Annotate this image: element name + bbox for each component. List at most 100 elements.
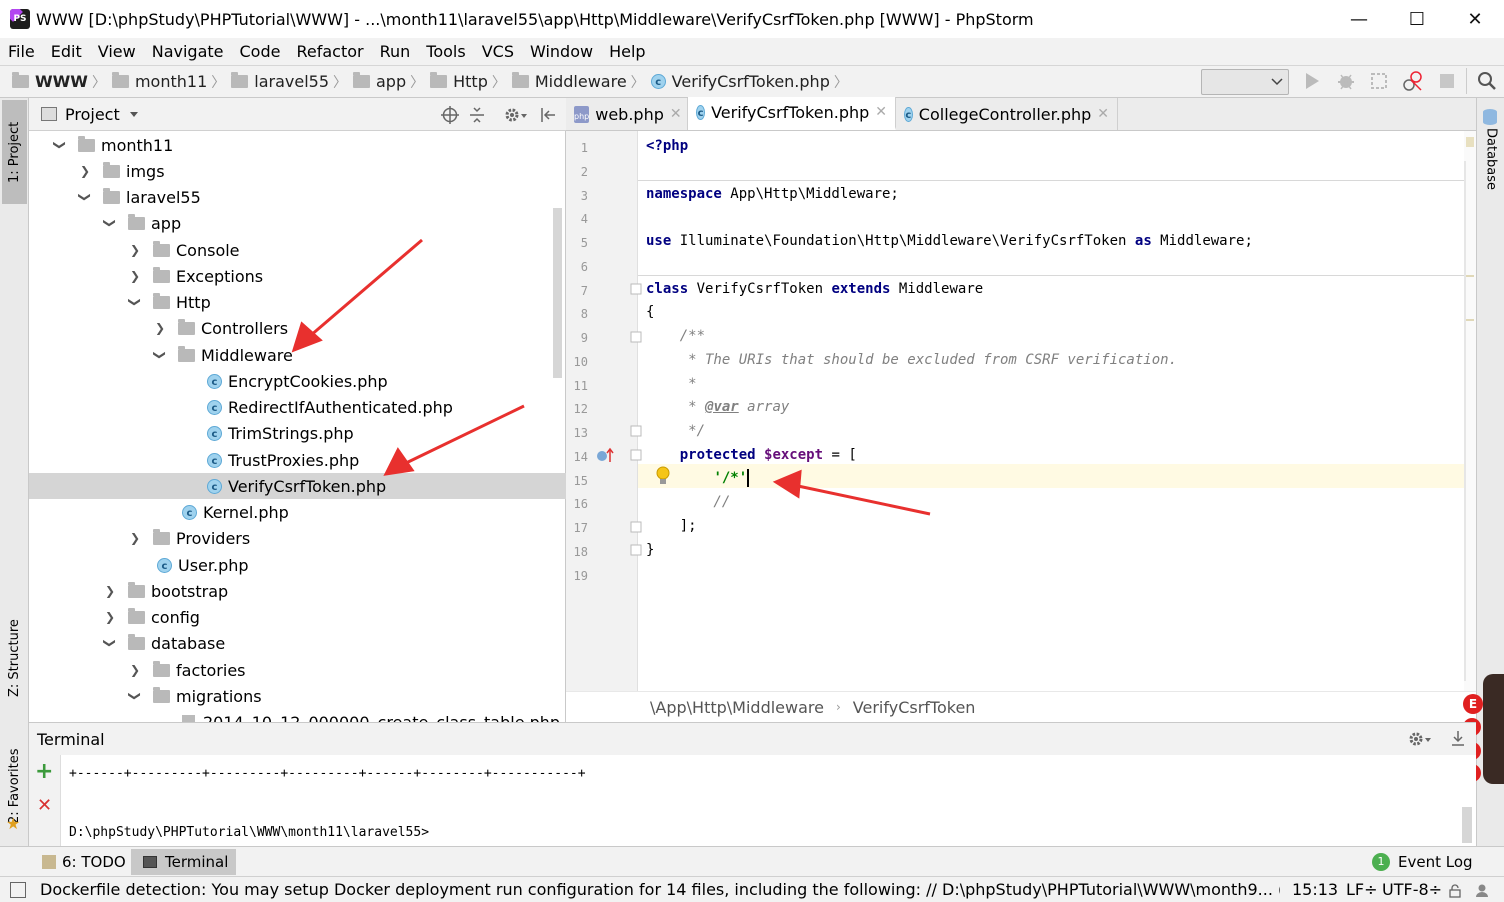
editor-crumb-class[interactable]: VerifyCsrfToken: [853, 698, 976, 717]
tree-item-imgs[interactable]: ❯ imgs: [29, 158, 566, 184]
maximize-button[interactable]: ☐: [1388, 0, 1446, 38]
gear-icon[interactable]: [1407, 729, 1433, 749]
terminal-scrollbar[interactable]: [1462, 807, 1472, 843]
tree-item-migrations[interactable]: ❯ migrations: [29, 683, 566, 709]
chevron-right-icon[interactable]: ❯: [103, 584, 117, 598]
close-session-icon[interactable]: ✕: [37, 795, 52, 816]
chevron-right-icon[interactable]: ❯: [128, 243, 142, 257]
tree-item-kernel[interactable]: c Kernel.php: [29, 499, 566, 525]
tree-item-bootstrap[interactable]: ❯ bootstrap: [29, 578, 566, 604]
close-icon[interactable]: ✕: [1097, 106, 1109, 122]
chevron-down-icon[interactable]: ❯: [128, 295, 142, 309]
run-icon[interactable]: [1301, 70, 1323, 92]
breadcrumb-month11[interactable]: month11: [111, 72, 207, 91]
tab-verifycsrftoken[interactable]: c VerifyCsrfToken.php ✕: [688, 97, 896, 130]
tree-item-verifycsrftoken[interactable]: c VerifyCsrfToken.php: [29, 473, 566, 499]
menu-window[interactable]: Window: [530, 42, 593, 61]
breadcrumb-http[interactable]: Http: [430, 72, 488, 91]
tab-web-php[interactable]: php web.php ✕: [566, 98, 688, 130]
menu-view[interactable]: View: [98, 42, 136, 61]
menu-refactor[interactable]: Refactor: [296, 42, 363, 61]
php-debug-listen-icon[interactable]: [1402, 70, 1424, 92]
tree-item-month11[interactable]: ❯ month11: [29, 132, 566, 158]
menu-navigate[interactable]: Navigate: [152, 42, 224, 61]
tree-item-console[interactable]: ❯ Console: [29, 237, 566, 263]
tab-project[interactable]: 1: Project: [2, 100, 27, 204]
breadcrumb-www[interactable]: WWW: [12, 72, 88, 91]
toggle-tool-buttons-icon[interactable]: [10, 881, 26, 898]
todo-button[interactable]: 6: TODO: [36, 849, 132, 875]
chevron-down-icon[interactable]: ❯: [53, 138, 67, 152]
caret-position[interactable]: 15:13: [1292, 880, 1338, 899]
menu-file[interactable]: File: [8, 42, 35, 61]
override-marker-icon[interactable]: [596, 447, 616, 467]
tree-item-app[interactable]: ❯ app: [29, 210, 566, 236]
file-encoding[interactable]: UTF-8÷: [1382, 880, 1442, 899]
terminal-prompt[interactable]: D:\phpStudy\PHPTutorial\WWW\month11\lara…: [69, 825, 429, 840]
tree-item-migration-file[interactable]: 2014_10_12_000000_create_class_table.php: [29, 709, 566, 722]
breadcrumb-middleware[interactable]: Middleware: [511, 72, 627, 91]
debug-icon[interactable]: [1335, 70, 1357, 92]
menu-tools[interactable]: Tools: [426, 42, 465, 61]
stop-icon[interactable]: [1436, 70, 1458, 92]
tree-item-providers[interactable]: ❯ Providers: [29, 525, 566, 551]
tab-database[interactable]: Database: [1479, 128, 1503, 198]
tab-structure[interactable]: Z: Structure: [2, 610, 27, 706]
search-everywhere-icon[interactable]: [1476, 70, 1498, 92]
close-icon[interactable]: ✕: [670, 106, 682, 122]
chevron-down-icon[interactable]: ❯: [103, 636, 117, 650]
menu-edit[interactable]: Edit: [51, 42, 82, 61]
chevron-right-icon[interactable]: ❯: [153, 321, 167, 335]
minimize-button[interactable]: —: [1330, 0, 1388, 38]
tree-item-encryptcookies[interactable]: c EncryptCookies.php: [29, 368, 566, 394]
close-button[interactable]: ✕: [1446, 0, 1504, 38]
breadcrumb-laravel55[interactable]: laravel55: [231, 72, 329, 91]
coverage-icon[interactable]: [1368, 70, 1390, 92]
tree-item-trustproxies[interactable]: c TrustProxies.php: [29, 447, 566, 473]
chevron-right-icon[interactable]: ❯: [103, 610, 117, 624]
tree-item-trimstrings[interactable]: c TrimStrings.php: [29, 420, 566, 446]
tree-item-middleware[interactable]: ❯ Middleware: [29, 342, 566, 368]
tree-item-controllers[interactable]: ❯ Controllers: [29, 315, 566, 341]
chevron-right-icon[interactable]: ❯: [128, 531, 142, 545]
tree-item-user[interactable]: c User.php: [29, 552, 566, 578]
lock-icon[interactable]: [1448, 883, 1462, 902]
tab-collegecontroller[interactable]: c CollegeController.php ✕: [896, 98, 1118, 130]
lightbulb-icon[interactable]: [655, 466, 671, 490]
editor-scrollbar[interactable]: [1464, 131, 1476, 691]
chevron-down-icon[interactable]: ❯: [103, 216, 117, 230]
project-view-title[interactable]: Project: [65, 105, 120, 124]
breadcrumb-verifycsrftoken[interactable]: c VerifyCsrfToken.php: [650, 72, 830, 91]
breadcrumb-app[interactable]: app: [353, 72, 406, 91]
tree-item-exceptions[interactable]: ❯ Exceptions: [29, 263, 566, 289]
tree-item-factories[interactable]: ❯ factories: [29, 657, 566, 683]
chevron-down-icon[interactable]: ❯: [78, 190, 92, 204]
chevron-right-icon[interactable]: ❯: [78, 164, 92, 178]
tree-item-config[interactable]: ❯ config: [29, 604, 566, 630]
line-separator[interactable]: LF÷: [1346, 880, 1378, 899]
chevron-down-icon[interactable]: ❯: [153, 348, 167, 362]
event-log-button[interactable]: 1 Event Log: [1372, 849, 1473, 875]
new-session-icon[interactable]: +: [35, 761, 53, 783]
editor-crumb-namespace[interactable]: \App\Http\Middleware: [650, 698, 824, 717]
chevron-down-icon[interactable]: [126, 107, 146, 121]
code-editor[interactable]: <?php namespace App\Http\Middleware; use…: [638, 131, 1464, 691]
chevron-right-icon[interactable]: ❯: [128, 663, 142, 677]
locate-icon[interactable]: [441, 106, 459, 124]
gear-icon[interactable]: [503, 105, 529, 125]
menu-vcs[interactable]: VCS: [482, 42, 514, 61]
menu-help[interactable]: Help: [609, 42, 645, 61]
close-icon[interactable]: ✕: [875, 104, 887, 120]
terminal-button[interactable]: Terminal: [131, 849, 236, 875]
inspector-icon[interactable]: [1474, 882, 1490, 902]
menu-run[interactable]: Run: [380, 42, 411, 61]
tree-item-database[interactable]: ❯ database: [29, 630, 566, 656]
tree-item-http[interactable]: ❯ Http: [29, 289, 566, 315]
chevron-right-icon[interactable]: ❯: [128, 269, 142, 283]
hide-panel-icon[interactable]: [539, 106, 557, 124]
minimize-panel-icon[interactable]: [1449, 729, 1467, 749]
tree-item-redirectifauthenticated[interactable]: c RedirectIfAuthenticated.php: [29, 394, 566, 420]
collapse-all-icon[interactable]: [468, 106, 486, 124]
menu-code[interactable]: Code: [240, 42, 281, 61]
run-configuration-dropdown[interactable]: [1201, 69, 1289, 95]
